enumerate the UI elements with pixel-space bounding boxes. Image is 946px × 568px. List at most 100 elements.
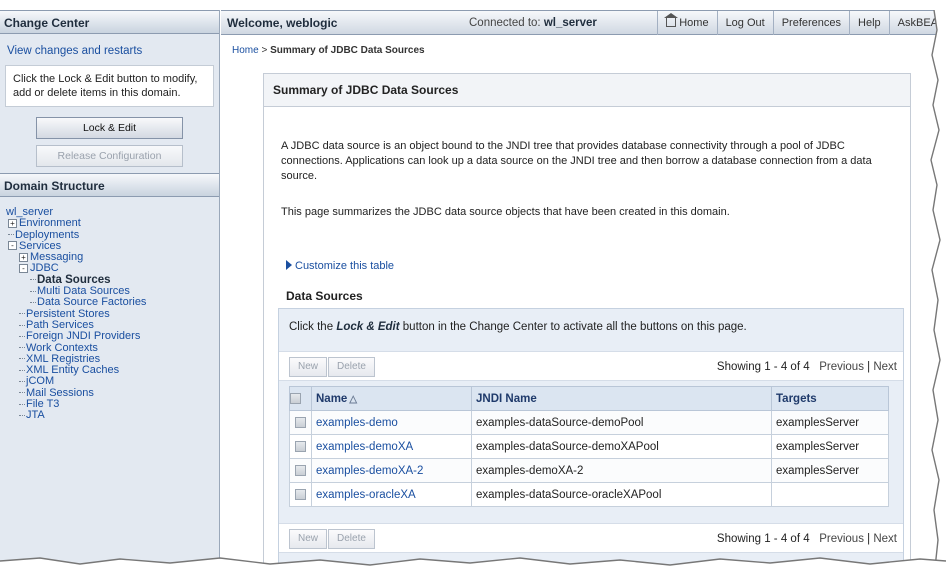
lock-msg-prefix: Click the [289,321,334,333]
home-link-label: Home [679,17,709,29]
name-cell: examples-demoXA [311,434,472,459]
tree-item-label: Data Source Factories [37,296,147,309]
tree-item-label: Path Services [26,318,94,331]
data-source-link[interactable]: examples-demoXA [316,441,413,453]
tree-connector [19,347,25,349]
targets-cell: examplesServer [771,410,889,435]
logout-link[interactable]: Log Out [716,11,773,35]
name-column-label: Name [316,392,348,405]
expand-icon[interactable]: + [19,252,28,262]
lock-msg-suffix: button in the Change Center to activate … [402,321,747,333]
tree-item[interactable]: JTA [6,410,219,421]
data-sources-table: Name △ JNDI Name Targets examples-demo exa… [289,386,889,507]
data-source-link[interactable]: examples-oracleXA [316,489,416,501]
home-link[interactable]: Home [657,11,716,35]
row-checkbox[interactable] [295,464,306,476]
pagination-bottom: Showing 1 - 4 of 4 Previous | Next [716,533,897,545]
domain-structure-title: Domain Structure [0,173,219,197]
collapse-icon[interactable]: - [19,264,28,274]
tree-item-label: Services [19,239,62,252]
top-bar: Welcome, weblogic Connected to: wl_serve… [221,10,946,35]
select-all-cell [289,386,312,411]
table-row: examples-demoXA-2 examples-demoXA-2 exampl… [289,458,889,483]
delete-button-bottom[interactable]: Delete [328,529,375,549]
tree-item-label: Foreign JNDI Providers [26,330,141,343]
page-description: A JDBC data source is an object bound to… [281,140,872,182]
preferences-link[interactable]: Preferences [772,11,849,35]
targets-column-header[interactable]: Targets [771,386,889,411]
breadcrumb: Home > Summary of JDBC Data Sources [232,45,425,56]
previous-link[interactable]: Previous [819,361,864,373]
pagination-top: Showing 1 - 4 of 4 Previous | Next [716,361,897,373]
tree-connector [19,392,25,394]
expand-triangle-icon [286,260,292,270]
delete-button[interactable]: Delete [328,357,375,377]
tree-connector [30,290,36,292]
tree-item-label: Messaging [30,251,84,264]
name-cell: examples-demo [311,410,472,435]
lock-edit-button[interactable]: Lock & Edit [36,117,183,139]
showing-count: Showing 1 - 4 of 4 [716,361,810,373]
row-checkbox[interactable] [295,488,306,500]
row-select-cell [289,482,312,507]
tree-connector [19,358,25,360]
tree-connector [19,313,25,315]
change-center-info: Click the Lock & Edit button to modify, … [5,65,214,107]
home-icon [664,13,679,27]
tree-item-label: Mail Sessions [26,386,94,399]
breadcrumb-home[interactable]: Home [232,45,259,56]
tree-connector [8,234,14,236]
targets-cell: examplesServer [771,434,889,459]
connected-status: Connected to: wl_server [469,11,597,35]
tree-item-label: Multi Data Sources [37,285,130,298]
name-cell: examples-oracleXA [311,482,472,507]
jndi-column-header[interactable]: JNDI Name [471,386,772,411]
table-header-row: Name △ JNDI Name Targets [289,386,889,411]
tree-item-label: Deployments [15,228,80,241]
select-all-checkbox[interactable] [290,392,301,404]
tree-item-label: XML Registries [26,352,101,365]
data-source-link[interactable]: examples-demo [316,417,398,429]
help-link[interactable]: Help [849,11,889,35]
row-checkbox[interactable] [295,416,306,428]
content-panel: Summary of JDBC Data Sources A JDBC data… [263,73,911,568]
row-select-cell [289,434,312,459]
tree-item-label: JDBC [30,262,59,275]
jndi-cell: examples-dataSource-demoXAPool [471,434,772,459]
previous-link-bottom[interactable]: Previous [819,533,864,545]
expand-icon[interactable]: + [8,218,17,228]
targets-cell: examplesServer [771,458,889,483]
next-link-bottom[interactable]: Next [873,533,897,545]
release-configuration-button[interactable]: Release Configuration [36,145,183,167]
jndi-cell: examples-dataSource-oracleXAPool [471,482,772,507]
tree-item-label: JTA [26,409,45,422]
change-center-title: Change Center [0,10,219,34]
name-column-header[interactable]: Name △ [311,386,472,411]
name-cell: examples-demoXA-2 [311,458,472,483]
next-link[interactable]: Next [873,361,897,373]
new-button-bottom[interactable]: New [289,529,328,549]
lock-edit-message: Click the Lock & Edit button in the Chan… [289,321,747,333]
sort-ascending-icon[interactable]: △ [349,394,357,405]
tree-item-label: jCOM [26,375,55,388]
lock-msg-emphasis: Lock & Edit [336,321,400,333]
tree-item-label: File T3 [26,398,60,411]
view-changes-link[interactable]: View changes and restarts [7,45,219,57]
tree-connector [19,414,25,416]
page-summary: This page summarizes the JDBC data sourc… [281,206,730,218]
tree-item-label: XML Entity Caches [26,364,120,377]
table-row: examples-oracleXA examples-dataSource-ora… [289,482,889,507]
breadcrumb-separator: > [261,45,268,56]
connected-server: wl_server [543,17,597,29]
collapse-icon[interactable]: - [8,241,17,251]
tree-item-label: wl_server [6,206,54,218]
customize-table-link[interactable]: Customize this table [286,260,394,272]
new-button[interactable]: New [289,357,328,377]
breadcrumb-current: Summary of JDBC Data Sources [270,45,425,56]
data-source-link[interactable]: examples-demoXA-2 [316,465,423,477]
data-sources-table-panel: Click the Lock & Edit button in the Chan… [278,308,904,568]
row-checkbox[interactable] [295,440,306,452]
tree-item-label: Environment [19,217,81,230]
table-toolbar-top: New Delete Showing 1 - 4 of 4 Previous |… [279,351,903,381]
tree-connector [30,301,36,303]
